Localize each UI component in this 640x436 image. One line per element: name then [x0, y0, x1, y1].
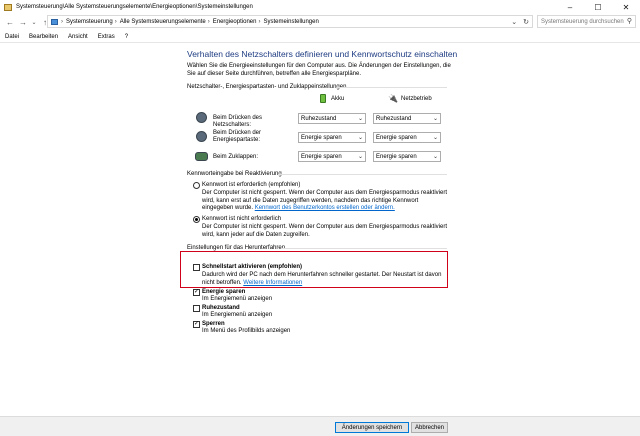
chevron-down-icon: ⌄ [357, 135, 363, 141]
breadcrumb-energieoptionen[interactable]: Energieoptionen [213, 19, 257, 25]
select-value: Energie sparen [376, 134, 417, 141]
password-not-required-title[interactable]: Kennwort ist nicht erforderlich [202, 216, 281, 222]
window-controls: – ☐ ✕ [556, 0, 640, 14]
fast-startup-desc: Dadurch wird der PC nach dem Herunterfah… [202, 272, 447, 287]
more-info-link[interactable]: Weitere Informationen [243, 280, 302, 286]
menu-extras[interactable]: Extras [98, 34, 115, 40]
group-divider [281, 248, 447, 249]
fast-startup-text: Dadurch wird der PC nach dem Herunterfah… [202, 272, 442, 286]
lid-close-ac-select[interactable]: Energie sparen ⌄ [373, 151, 441, 162]
sleep-option-checkbox[interactable] [193, 289, 200, 296]
search-icon[interactable]: ⚲ [627, 17, 632, 25]
menu-bearbeiten[interactable]: Bearbeiten [29, 34, 58, 40]
group-divider [279, 174, 447, 175]
chevron-down-icon: ⌄ [432, 135, 438, 141]
breadcrumb-systemsteuerung[interactable]: Systemsteuerung [66, 19, 113, 25]
window-title: Systemsteuerung\Alle Systemsteuerungsele… [16, 4, 253, 10]
lid-close-label: Beim Zuklappen: [213, 154, 259, 160]
change-password-link[interactable]: Kennwort des Benutzerkontos erstellen od… [255, 205, 395, 211]
search-input[interactable]: Systemsteuerung durchsuchen ⚲ [537, 15, 636, 28]
password-not-required-radio[interactable] [193, 216, 200, 223]
folder-icon [4, 3, 12, 11]
battery-column-header: Akku [320, 94, 344, 103]
ac-label: Netzbetrieb [401, 96, 432, 102]
select-value: Ruhezustand [376, 115, 412, 122]
plug-icon: 🔌 [388, 94, 398, 103]
power-button-ac-select[interactable]: Ruhezustand ⌄ [373, 113, 441, 124]
power-button-label: Beim Drücken des Netzschalters: [213, 115, 263, 128]
lock-option-checkbox[interactable] [193, 321, 200, 328]
laptop-lid-icon [195, 152, 208, 161]
buttons-group-label: Netzschalter-, Energiespartasten- und Zu… [187, 84, 347, 90]
chevron-down-icon: ⌄ [357, 116, 363, 122]
chevron-down-icon: ⌄ [432, 154, 438, 160]
password-required-title[interactable]: Kennwort ist erforderlich (empfohlen) [202, 182, 300, 188]
password-required-radio[interactable] [193, 182, 200, 189]
page-description: Wählen Sie die Energieeinstellungen für … [187, 63, 451, 77]
control-panel-icon [51, 18, 58, 25]
page-title: Verhalten des Netzschalters definieren u… [187, 49, 458, 59]
address-bar: ← → ⌄ ↑ › Systemsteuerung › Alle Systems… [0, 14, 640, 30]
menu-divider [0, 42, 640, 43]
power-button-icon [196, 112, 207, 123]
breadcrumb-separator: › [207, 18, 210, 25]
breadcrumb-alle-elemente[interactable]: Alle Systemsteuerungselemente [120, 19, 206, 25]
save-changes-button[interactable]: Änderungen speichern [335, 422, 409, 433]
group-divider [337, 87, 447, 88]
sleep-option-title[interactable]: Energie sparen [202, 289, 245, 295]
menu-bar: Datei Bearbeiten Ansicht Extras ? [0, 31, 640, 42]
battery-label: Akku [331, 95, 345, 102]
breadcrumb-separator: › [258, 18, 261, 25]
select-value: Energie sparen [301, 134, 342, 141]
select-value: Ruhezustand [301, 115, 337, 122]
select-value: Energie sparen [301, 153, 342, 160]
lock-option-desc: Im Menü des Profilbilds anzeigen [202, 328, 291, 334]
breadcrumb-separator: › [114, 18, 117, 25]
sleep-option-desc: Im Energiemenü anzeigen [202, 296, 273, 302]
ac-column-header: 🔌 Netzbetrieb [388, 95, 432, 103]
refresh-icon[interactable]: ↻ [523, 18, 529, 26]
password-group-label: Kennworteingabe bei Reaktivierung [187, 171, 282, 177]
address-dropdown-icon[interactable]: ⌄ [511, 18, 517, 26]
password-not-required-desc: Der Computer ist nicht gesperrt. Wenn de… [202, 224, 447, 238]
chevron-down-icon: ⌄ [357, 154, 363, 160]
hibernate-option-title[interactable]: Ruhezustand [202, 305, 240, 311]
sleep-button-ac-select[interactable]: Energie sparen ⌄ [373, 132, 441, 143]
recent-locations-icon[interactable]: ⌄ [29, 19, 39, 26]
forward-arrow-icon[interactable]: → [18, 18, 28, 27]
password-required-desc: Der Computer ist nicht gesperrt. Wenn de… [202, 190, 447, 213]
battery-icon [320, 94, 326, 103]
sleep-button-battery-select[interactable]: Energie sparen ⌄ [298, 132, 366, 143]
back-arrow-icon[interactable]: ← [5, 18, 15, 27]
select-value: Energie sparen [376, 153, 417, 160]
minimize-button[interactable]: – [556, 0, 584, 14]
title-bar: Systemsteuerung\Alle Systemsteuerungsele… [0, 0, 640, 14]
menu-help[interactable]: ? [125, 34, 128, 40]
cancel-button[interactable]: Abbrechen [411, 422, 448, 433]
sleep-button-icon [196, 131, 207, 142]
breadcrumb-separator: › [61, 18, 63, 25]
menu-datei[interactable]: Datei [5, 34, 19, 40]
fast-startup-checkbox[interactable] [193, 264, 200, 271]
menu-ansicht[interactable]: Ansicht [68, 34, 88, 40]
power-button-battery-select[interactable]: Ruhezustand ⌄ [298, 113, 366, 124]
lock-option-title[interactable]: Sperren [202, 321, 225, 327]
lid-close-battery-select[interactable]: Energie sparen ⌄ [298, 151, 366, 162]
hibernate-option-checkbox[interactable] [193, 305, 200, 312]
maximize-button[interactable]: ☐ [584, 0, 612, 14]
search-placeholder: Systemsteuerung durchsuchen [541, 18, 624, 25]
fast-startup-title[interactable]: Schnellstart aktivieren (empfohlen) [202, 264, 302, 270]
breadcrumb-systemeinstellungen[interactable]: Systemeinstellungen [263, 19, 318, 25]
address-field[interactable]: › Systemsteuerung › Alle Systemsteuerung… [47, 15, 533, 28]
footer-bar: Änderungen speichern Abbrechen [0, 416, 640, 436]
chevron-down-icon: ⌄ [432, 116, 438, 122]
sleep-button-label: Beim Drücken der Energiespartaste: [213, 130, 262, 143]
close-button[interactable]: ✕ [612, 0, 640, 14]
hibernate-option-desc: Im Energiemenü anzeigen [202, 312, 273, 318]
